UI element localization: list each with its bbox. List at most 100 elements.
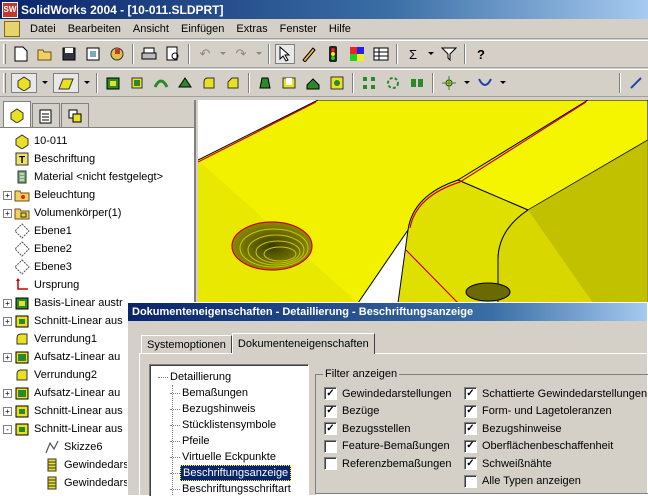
checkbox-checked[interactable]: ✓ [464, 404, 477, 418]
feature-tree-item[interactable]: T Beschriftung [0, 150, 194, 168]
filter-checkbox-row[interactable]: Referenzbemaßungen [324, 455, 451, 472]
tree-expander[interactable]: + [3, 190, 12, 200]
checkbox-checked[interactable]: ✓ [324, 387, 337, 400]
edit-color-button[interactable] [347, 44, 367, 64]
toolbar-grip[interactable] [3, 44, 6, 64]
feature-tree-item[interactable]: Ebene3 [0, 258, 194, 276]
checkbox-checked[interactable]: ✓ [324, 404, 337, 418]
category-item[interactable]: Virtuelle Eckpunkte [180, 449, 278, 465]
tab-document-properties[interactable]: Dokumenteneigenschaften [231, 333, 375, 354]
checkbox-unchecked[interactable] [464, 474, 477, 488]
menu-help[interactable]: Hilfe [323, 23, 357, 35]
category-item[interactable]: Bemaßungen [180, 385, 250, 401]
make-assembly-button[interactable] [107, 44, 127, 64]
curves-button[interactable] [475, 73, 495, 93]
filter-checkbox-row[interactable]: ✓ Bezugshinweise [464, 420, 562, 437]
checkbox-checked[interactable]: ✓ [464, 439, 477, 453]
tree-expander[interactable]: + [3, 388, 12, 398]
chamfer-button[interactable] [223, 73, 243, 93]
undo-dropdown[interactable] [219, 44, 227, 64]
filter-checkbox-row[interactable]: ✓ Bezugsstellen [324, 420, 411, 437]
sketch-plane-button[interactable] [53, 73, 79, 93]
extrude-boss-button[interactable] [11, 73, 37, 93]
cut-extrude-button[interactable] [103, 73, 123, 93]
print-button[interactable] [139, 44, 159, 64]
filter-checkbox-row[interactable]: ✓ Oberflächenbeschaffenheit [464, 438, 613, 455]
tree-expander[interactable]: + [3, 406, 12, 416]
hole-wizard-button[interactable] [327, 73, 347, 93]
open-button[interactable] [35, 44, 55, 64]
feature-tree-item[interactable]: + Beleuchtung [0, 186, 194, 204]
filter-checkbox-row[interactable]: ✓ Schattierte Gewindedarstellungen [464, 385, 647, 402]
filter-checkbox-row[interactable]: ✓ Schweißnähte [464, 455, 552, 472]
part-model[interactable] [198, 100, 648, 303]
menu-insert[interactable]: Einfügen [175, 23, 230, 35]
sketch-plane-dropdown[interactable] [83, 73, 91, 93]
menu-edit[interactable]: Bearbeiten [62, 23, 127, 35]
select-button[interactable] [275, 44, 295, 64]
solidworks-app-icon[interactable]: SW [2, 1, 18, 18]
menu-window[interactable]: Fenster [274, 23, 323, 35]
sweep-button[interactable] [151, 73, 171, 93]
draft-button[interactable] [255, 73, 275, 93]
reference-geometry-dropdown[interactable] [463, 73, 471, 93]
options-button[interactable] [371, 44, 391, 64]
category-item[interactable]: Detaillierung [168, 369, 233, 385]
document-window-icon[interactable] [4, 20, 20, 37]
checkbox-checked[interactable]: ✓ [324, 422, 337, 435]
shell-button[interactable] [279, 73, 299, 93]
category-item[interactable]: Bezugshinweis [180, 401, 257, 417]
save-button[interactable] [59, 44, 79, 64]
filter-checkbox-row[interactable]: Feature-Bemaßungen [324, 438, 450, 455]
toolbar-grip[interactable] [3, 73, 6, 93]
feature-tree-item[interactable]: + Volumenkörper(1) [0, 204, 194, 222]
tree-expander[interactable]: + [3, 352, 12, 362]
tab-system-options[interactable]: Systemoptionen [141, 335, 232, 353]
rebuild-button[interactable] [323, 44, 343, 64]
feature-tree-item[interactable]: Ebene1 [0, 222, 194, 240]
make-drawing-button[interactable] [83, 44, 103, 64]
feature-tree-item[interactable]: Ebene2 [0, 240, 194, 258]
tree-expander[interactable]: + [3, 298, 12, 308]
fillet-button[interactable] [199, 73, 219, 93]
redo-dropdown[interactable] [255, 44, 263, 64]
rotate-view-button[interactable] [626, 73, 646, 93]
mirror-button[interactable] [407, 73, 427, 93]
category-item[interactable]: Beschriftungsanzeige [180, 465, 292, 481]
equations-button[interactable]: Σ [403, 44, 423, 64]
reference-geometry-button[interactable] [439, 73, 459, 93]
extrude-boss-dropdown[interactable] [41, 73, 49, 93]
menu-file[interactable]: Datei [24, 23, 62, 35]
new-document-button[interactable] [11, 44, 31, 64]
curves-dropdown[interactable] [499, 73, 507, 93]
selection-filter-button[interactable] [439, 44, 459, 64]
print-preview-button[interactable] [163, 44, 183, 64]
category-item[interactable]: Pfeile [180, 433, 212, 449]
feature-tree-item[interactable]: Material <nicht festgelegt> [0, 168, 194, 186]
sketch-button[interactable] [299, 44, 319, 64]
circular-pattern-button[interactable] [383, 73, 403, 93]
feature-tree-item[interactable]: Ursprung [0, 276, 194, 294]
menu-view[interactable]: Ansicht [127, 23, 175, 35]
undo-button[interactable]: ↶ [195, 44, 215, 64]
checkbox-checked[interactable]: ✓ [464, 422, 477, 435]
tab-featuremanager[interactable] [3, 101, 31, 127]
revolve-button[interactable] [127, 73, 147, 93]
tree-expander[interactable]: + [3, 316, 12, 326]
menu-tools[interactable]: Extras [230, 23, 273, 35]
filter-checkbox-row[interactable]: ✓ Form- und Lagetoleranzen [464, 403, 612, 420]
help-button[interactable]: ? [471, 44, 491, 64]
tab-configurationmanager[interactable] [61, 103, 89, 127]
checkbox-checked[interactable]: ✓ [464, 457, 477, 470]
filter-checkbox-row[interactable]: ✓ Bezüge [324, 403, 379, 420]
checkbox-unchecked[interactable] [324, 457, 337, 470]
filter-checkbox-row[interactable]: ✓ Gewindedarstellungen [324, 385, 451, 402]
dialog-title[interactable]: Dokumenteneigenschaften - Detaillierung … [128, 303, 647, 321]
feature-tree-item[interactable]: 10-011 [0, 132, 194, 150]
checkbox-unchecked[interactable] [324, 439, 337, 453]
linear-pattern-button[interactable] [359, 73, 379, 93]
equations-dropdown[interactable] [427, 44, 435, 64]
category-item[interactable]: Stücklistensymbole [180, 417, 278, 433]
filter-checkbox-row[interactable]: Alle Typen anzeigen [464, 473, 581, 490]
redo-button[interactable]: ↷ [231, 44, 251, 64]
